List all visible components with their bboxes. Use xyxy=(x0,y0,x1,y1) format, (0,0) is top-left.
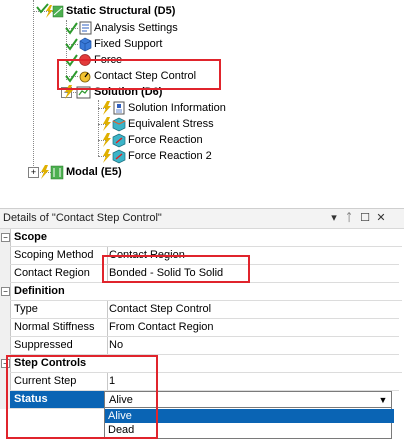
property-name: Suppressed xyxy=(10,337,108,355)
modal-expand-toggle[interactable]: + xyxy=(28,167,39,178)
row-type[interactable]: Type Contact Step Control xyxy=(0,301,399,319)
tree-label-analysis-settings: Analysis Settings xyxy=(94,22,178,34)
tree-label-force-reaction: Force Reaction xyxy=(128,134,203,146)
section-scope[interactable]: − Scope xyxy=(0,229,402,247)
static-structural-icon xyxy=(36,3,64,18)
tree-line xyxy=(33,0,34,172)
property-value[interactable]: From Contact Region xyxy=(104,319,399,337)
tree-item-force-reaction[interactable]: Force Reaction xyxy=(103,132,258,148)
tree-item-analysis-settings[interactable]: Analysis Settings xyxy=(65,20,228,36)
details-panel: Details of "Contact Step Control" ▾ ᛏ ☐ … xyxy=(0,208,404,439)
tree-item-solution-information[interactable]: Solution Information xyxy=(103,100,258,116)
property-name: Type xyxy=(10,301,108,319)
section-definition[interactable]: − Definition xyxy=(0,283,402,301)
tree-label-solution-information: Solution Information xyxy=(128,102,226,114)
tree-label-fixed-support: Fixed Support xyxy=(94,38,163,50)
details-header: Details of "Contact Step Control" ▾ ᛏ ☐ … xyxy=(0,208,404,229)
tree-item-static-structural[interactable]: Static Structural (D5) xyxy=(34,3,254,19)
tree-item-modal[interactable]: Modal (E5) xyxy=(41,164,194,180)
section-label: Scope xyxy=(10,229,402,247)
tree-item-force-reaction-2[interactable]: Force Reaction 2 xyxy=(103,148,258,164)
annotation-box-step-controls xyxy=(6,355,158,439)
restore-icon[interactable]: ☐ xyxy=(359,211,371,225)
tree-label-static-structural: Static Structural (D5) xyxy=(66,5,176,17)
property-value[interactable]: No xyxy=(104,337,399,355)
tree-label-modal: Modal (E5) xyxy=(66,166,122,178)
fixed-support-icon xyxy=(65,37,92,52)
property-name: Contact Region xyxy=(10,265,108,283)
collapse-icon[interactable]: − xyxy=(1,287,10,296)
details-title: Details of "Contact Step Control" xyxy=(3,212,162,224)
pin-icon[interactable]: ᛏ xyxy=(343,211,355,225)
annotation-box-tree xyxy=(57,59,221,90)
collapse-icon[interactable]: − xyxy=(1,233,10,242)
section-label: Definition xyxy=(10,283,402,301)
property-name: Normal Stiffness xyxy=(10,319,108,337)
tree-label-force-reaction-2: Force Reaction 2 xyxy=(128,150,212,162)
row-suppressed[interactable]: Suppressed No xyxy=(0,337,399,355)
annotation-box-contact-region xyxy=(102,255,250,283)
property-name: Scoping Method xyxy=(10,247,108,265)
property-value[interactable]: Contact Step Control xyxy=(104,301,399,319)
dropdown-icon[interactable]: ▾ xyxy=(328,211,340,225)
tree-label-equivalent-stress: Equivalent Stress xyxy=(128,118,214,130)
chevron-down-icon[interactable]: ▼ xyxy=(377,392,389,408)
close-icon[interactable]: ✕ xyxy=(375,211,387,225)
row-normal-stiffness[interactable]: Normal Stiffness From Contact Region xyxy=(0,319,399,337)
tree-item-fixed-support[interactable]: Fixed Support xyxy=(65,36,228,52)
analysis-settings-icon xyxy=(65,21,92,35)
outline-tree: Static Structural (D5) Analysis Settings… xyxy=(0,0,404,182)
tree-item-equivalent-stress[interactable]: Equivalent Stress xyxy=(103,116,258,132)
